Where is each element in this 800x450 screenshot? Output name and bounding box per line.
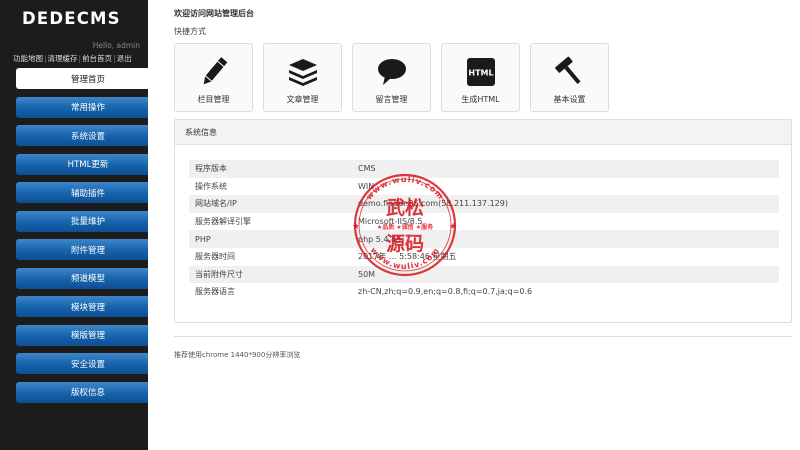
page-title: 欢迎访问网站管理后台 [174,9,254,18]
shortcut-column-manage[interactable]: 栏目管理 [174,43,253,112]
table-row: 当前附件尺寸 50M [189,265,779,284]
svg-text:武松: 武松 [386,196,424,219]
menu-item-modules[interactable]: 模块管理 [16,296,148,317]
shortcut-article-manage[interactable]: 文章管理 [263,43,342,112]
link-site-map[interactable]: 功能地图 [13,54,43,63]
top-links: 功能地图|清理缓存|前台首页|退出 [13,54,132,63]
shortcut-label: 栏目管理 [197,95,230,104]
table-row: 网站域名/IP demo.fladdr.86.com(58.211.137.129… [189,195,779,213]
shortcut-label: 基本设置 [553,95,586,104]
table-row: 服务器解译引擎 Microsoft-IIS/8.5 [195,217,423,227]
menu-item-common[interactable]: 常用操作 [16,96,148,118]
hammer-icon [531,52,608,92]
svg-text:★: ★ [352,222,360,232]
shortcut-label: 文章管理 [286,95,319,104]
greeting: Hello, admin [92,41,140,50]
shortcuts-title: 快捷方式 [174,27,206,36]
side-menu: 管理首页 常用操作 系统设置 HTML更新 辅助插件 批量维护 附件管理 频道模… [16,68,148,410]
panel-title: 系统信息 [175,120,791,145]
menu-item-security[interactable]: 安全设置 [16,353,148,374]
watermark-stamp: www.wuliv.com www.wuliv.com 武松 ★品质 ★诚信 ★… [352,173,457,277]
link-clear-cache[interactable]: 清理缓存 [48,54,78,63]
svg-text:源码: 源码 [386,232,424,255]
shortcut-label: 生成HTML [461,95,500,104]
html-icon: HTML [442,52,519,92]
table-row: 操作系统 WIN [195,181,375,191]
shortcut-generate-html[interactable]: HTML 生成HTML [441,43,520,112]
table-row: 服务器语言 zh-CN,zh;q=0.9,en;q=0.8,fi;q=0.7,ja… [195,287,533,297]
system-info-panel: 系统信息 程序版本 CMS 操作系统 WIN 网站域名/IP demo.fladdr.… [174,119,792,323]
menu-item-html-update[interactable]: HTML更新 [16,153,148,175]
shortcut-tiles: 栏目管理 文章管理 留言管理 HTML 生成HTML 基本设置 [174,43,619,112]
table-row: PHP php 5.4.45 [189,230,779,248]
system-info-table: 程序版本 CMS 操作系统 WIN 网站域名/IP demo.fladdr.86.co… [189,160,779,301]
shortcut-message-manage[interactable]: 留言管理 [352,43,431,112]
logo: DEDECMS [22,9,121,28]
menu-item-attachments[interactable]: 附件管理 [16,239,148,260]
menu-item-copyright[interactable]: 版权信息 [16,381,148,403]
shortcut-label: 留言管理 [375,95,408,104]
table-row: 程序版本 CMS [189,160,779,178]
table-row: 服务器时间 2017年 ... 5:58:46 星期五 [195,252,457,262]
shortcut-basic-settings[interactable]: 基本设置 [530,43,609,112]
stack-icon [264,52,341,92]
menu-item-plugins[interactable]: 辅助插件 [16,182,148,203]
main-content: 欢迎访问网站管理后台 快捷方式 栏目管理 文章管理 留言管理 HTML 生成HT… [148,0,800,450]
pencil-icon [175,52,252,92]
divider [174,336,792,337]
chat-bubble-icon [353,52,430,92]
svg-text:★品质 ★诚信 ★服务: ★品质 ★诚信 ★服务 [377,223,434,231]
browser-recommendation: 推荐使用chrome 1440*900分辨率浏览 [174,351,301,359]
link-logout[interactable]: 退出 [117,54,132,63]
svg-text:★: ★ [449,222,457,232]
svg-text:HTML: HTML [468,69,493,78]
menu-item-admin-home[interactable]: 管理首页 [16,68,148,89]
menu-item-channel-model[interactable]: 频道模型 [16,267,148,289]
menu-item-templates[interactable]: 模版管理 [16,324,148,346]
menu-item-batch[interactable]: 批量维护 [16,210,148,232]
sidebar: DEDECMS Hello, admin 功能地图|清理缓存|前台首页|退出 管… [0,0,148,450]
menu-item-system-settings[interactable]: 系统设置 [16,125,148,146]
link-front-home[interactable]: 前台首页 [82,54,112,63]
